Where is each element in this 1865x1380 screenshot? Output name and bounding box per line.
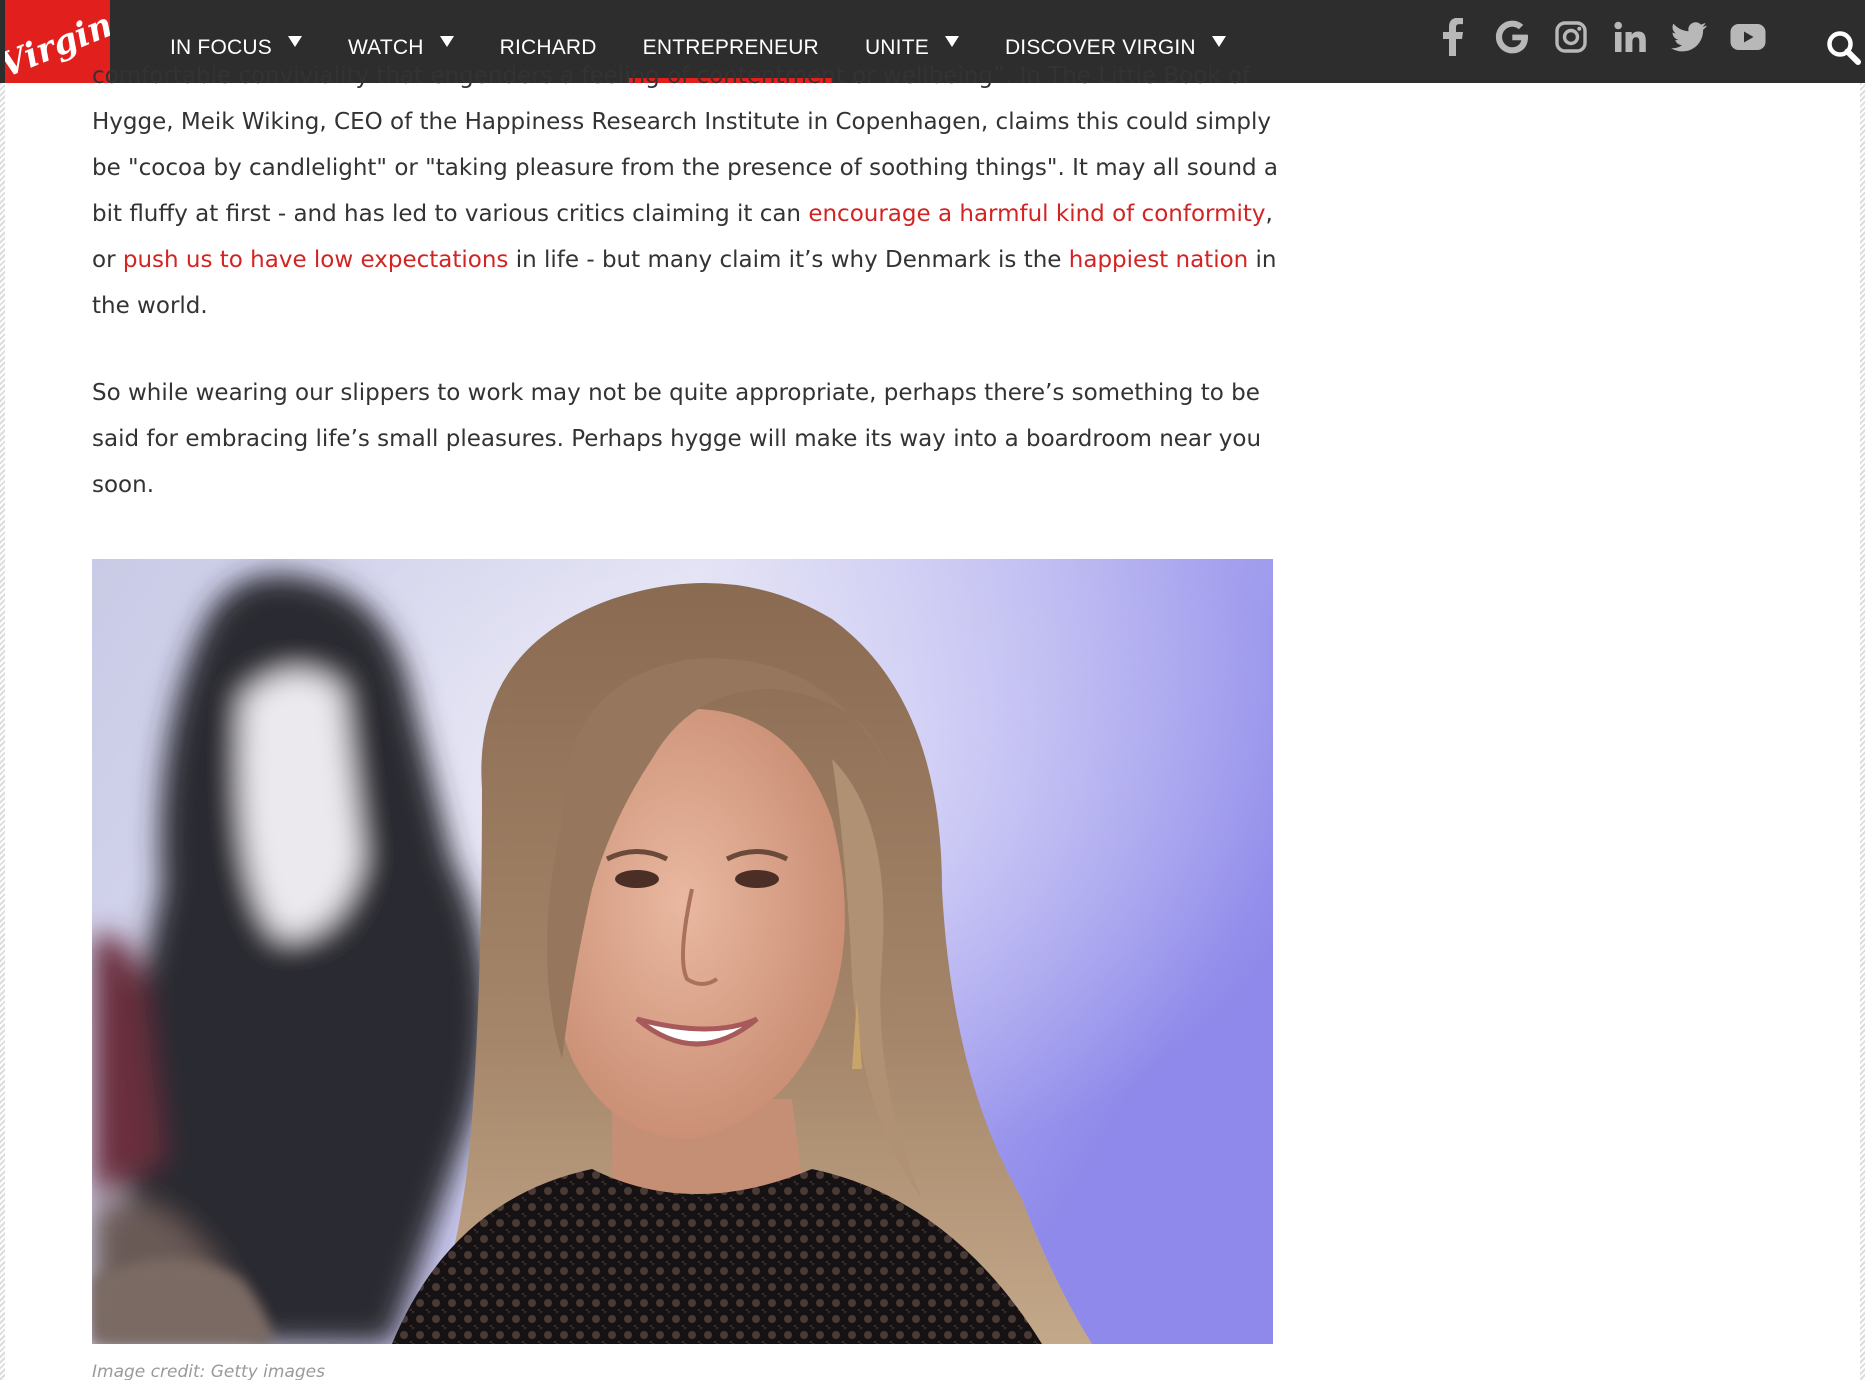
image-caption: Image credit: Getty images	[92, 1362, 325, 1380]
search-icon[interactable]	[1826, 30, 1862, 66]
google-icon[interactable]	[1492, 17, 1532, 57]
social-links	[1433, 14, 1787, 60]
article-paragraph-2: So while wearing our slippers to work ma…	[92, 380, 1262, 498]
chevron-down-icon[interactable]	[439, 36, 454, 47]
link-low-expectations[interactable]: push us to have low expectations	[123, 247, 509, 273]
article-paragraph-1: comfortable conviviality that engenders …	[92, 53, 1292, 329]
article-photo	[92, 559, 1273, 1344]
chevron-down-icon[interactable]	[1211, 36, 1226, 47]
twitter-icon[interactable]	[1669, 17, 1709, 57]
article-body: comfortable conviviality that engenders …	[92, 63, 1292, 508]
page: Virgin IN FOCUS WATCH RICHARD ENTREPRENE…	[0, 0, 1865, 1380]
link-happiest-nation[interactable]: happiest nation	[1069, 247, 1248, 273]
right-edge-hatching	[1860, 83, 1865, 1380]
instagram-icon[interactable]	[1551, 17, 1591, 57]
link-harmful-conformity[interactable]: encourage a harmful kind of conformity	[808, 201, 1265, 227]
left-edge-hatching	[0, 83, 5, 1380]
facebook-icon[interactable]	[1433, 17, 1473, 57]
chevron-down-icon[interactable]	[287, 36, 302, 47]
youtube-icon[interactable]	[1728, 17, 1768, 57]
linkedin-icon[interactable]	[1610, 17, 1650, 57]
chevron-down-icon[interactable]	[944, 36, 959, 47]
portrait-photo-illustration	[92, 559, 1273, 1344]
para1-text-3: in life - but many claim it’s why Denmar…	[508, 247, 1069, 273]
